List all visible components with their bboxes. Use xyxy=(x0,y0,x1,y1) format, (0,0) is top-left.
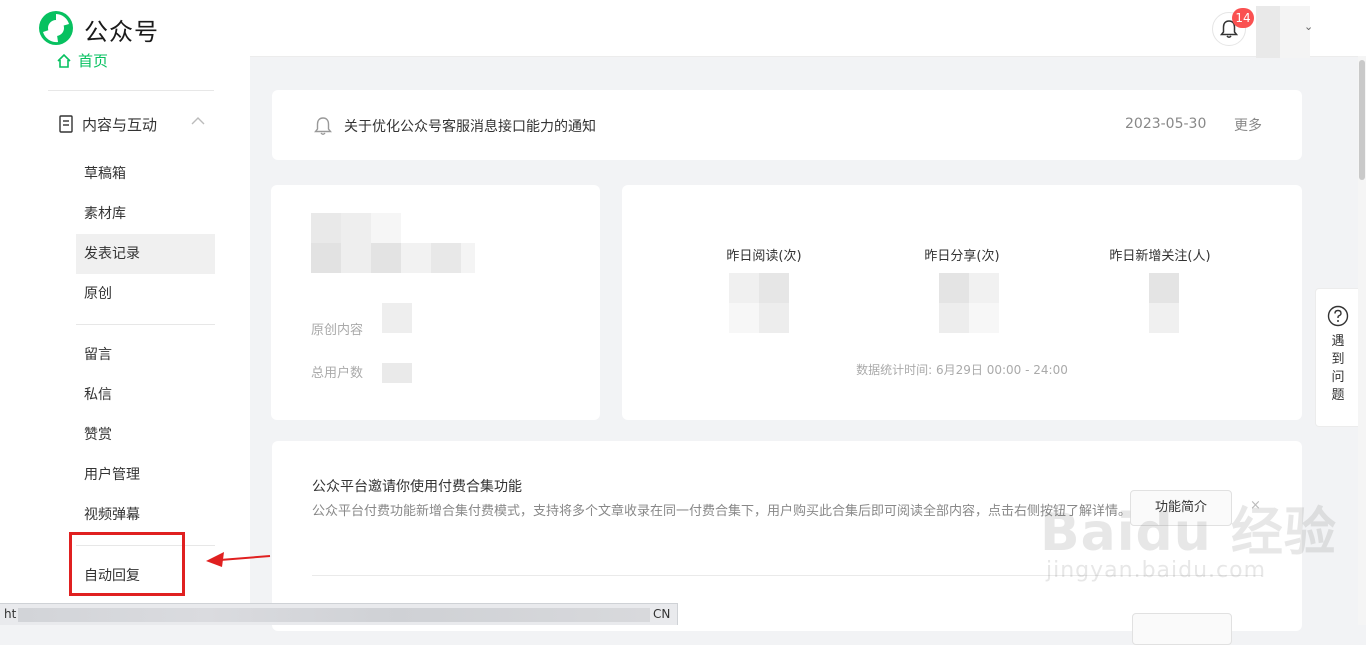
more-link[interactable]: 更多 xyxy=(1234,115,1262,135)
yesterday-shares-label: 昨日分享(次) xyxy=(924,249,1000,264)
sidebar-divider xyxy=(76,324,215,325)
sidebar-item-materials[interactable]: 素材库 xyxy=(76,194,215,234)
yesterday-follows-label: 昨日新增关注(人) xyxy=(1109,249,1211,264)
app-title: 公众号 xyxy=(84,18,159,46)
logo-icon[interactable] xyxy=(38,10,74,46)
stats-card: 昨日阅读(次) 昨日分享(次) 昨日新增关注(人) 数据统计时间: 6月29日 … xyxy=(622,185,1302,420)
yesterday-reads-label: 昨日阅读(次) xyxy=(726,249,802,264)
notice-title[interactable]: 关于优化公众号客服消息接口能力的通知 xyxy=(344,116,596,136)
question-icon xyxy=(1327,305,1349,327)
sidebar-item-rewards[interactable]: 赞赏 xyxy=(76,415,215,455)
sidebar-divider xyxy=(48,90,214,91)
watermark-sub: jingyan.baidu.com xyxy=(1046,558,1267,583)
sidebar-item-home-label: 首页 xyxy=(78,52,109,70)
sidebar-item-video-danmaku[interactable]: 视频弹幕 xyxy=(76,495,215,535)
status-url-blurred xyxy=(18,608,650,622)
sidebar-section-content[interactable]: 内容与互动 xyxy=(58,114,157,135)
sidebar-item-drafts[interactable]: 草稿箱 xyxy=(76,154,215,194)
baidu-watermark: Baidu 经验 jingyan.baidu.com xyxy=(1040,490,1337,583)
sidebar-item-user-management[interactable]: 用户管理 xyxy=(76,455,215,495)
status-url-prefix: ht xyxy=(4,607,17,621)
document-icon xyxy=(59,115,73,133)
watermark-main: Baidu 经验 xyxy=(1040,503,1337,563)
notice-card: 关于优化公众号客服消息接口能力的通知 2023-05-30 更多 xyxy=(272,90,1302,160)
arrow-icon xyxy=(206,552,271,567)
highlight-annotation xyxy=(69,532,185,596)
invite-title: 公众平台邀请你使用付费合集功能 xyxy=(312,479,522,495)
sidebar-item-comments[interactable]: 留言 xyxy=(76,335,215,375)
chevron-down-icon[interactable]: ⌄ xyxy=(1304,20,1313,33)
secondary-button[interactable] xyxy=(1132,613,1232,645)
sidebar-item-messages[interactable]: 私信 xyxy=(76,375,215,415)
help-label: 遇到问题 xyxy=(1331,334,1345,403)
notice-date: 2023-05-30 xyxy=(1125,116,1207,132)
stats-time-note: 数据统计时间: 6月29日 00:00 - 24:00 xyxy=(856,363,1068,377)
original-content-value-blurred xyxy=(382,303,412,333)
scrollbar-thumb[interactable] xyxy=(1359,60,1365,180)
total-users-value-blurred xyxy=(382,363,412,383)
sidebar-item-home[interactable]: 首页 xyxy=(56,50,108,71)
avatar[interactable] xyxy=(1256,6,1310,58)
invite-description: 公众平台付费功能新增合集付费模式，支持将多个文章收录在同一付费合集下，用户购买此… xyxy=(312,504,1132,519)
status-url-suffix: CN xyxy=(653,607,671,621)
sidebar-item-publish-records[interactable]: 发表记录 xyxy=(76,234,215,274)
bell-icon xyxy=(314,117,332,135)
chevron-up-icon[interactable] xyxy=(190,116,206,126)
top-bar: 公众号 14 ⌄ xyxy=(0,0,1366,58)
notification-badge: 14 xyxy=(1232,8,1254,28)
total-users-label: 总用户数 xyxy=(311,366,364,381)
original-content-label: 原创内容 xyxy=(311,323,364,338)
sidebar-item-original[interactable]: 原创 xyxy=(76,274,215,314)
sidebar-section-label: 内容与互动 xyxy=(82,116,158,134)
account-profile-card: 原创内容 总用户数 xyxy=(271,185,600,420)
browser-status-bar: ht CN xyxy=(0,603,678,625)
help-widget[interactable]: 遇到问题 xyxy=(1315,288,1361,427)
home-icon xyxy=(57,53,71,68)
